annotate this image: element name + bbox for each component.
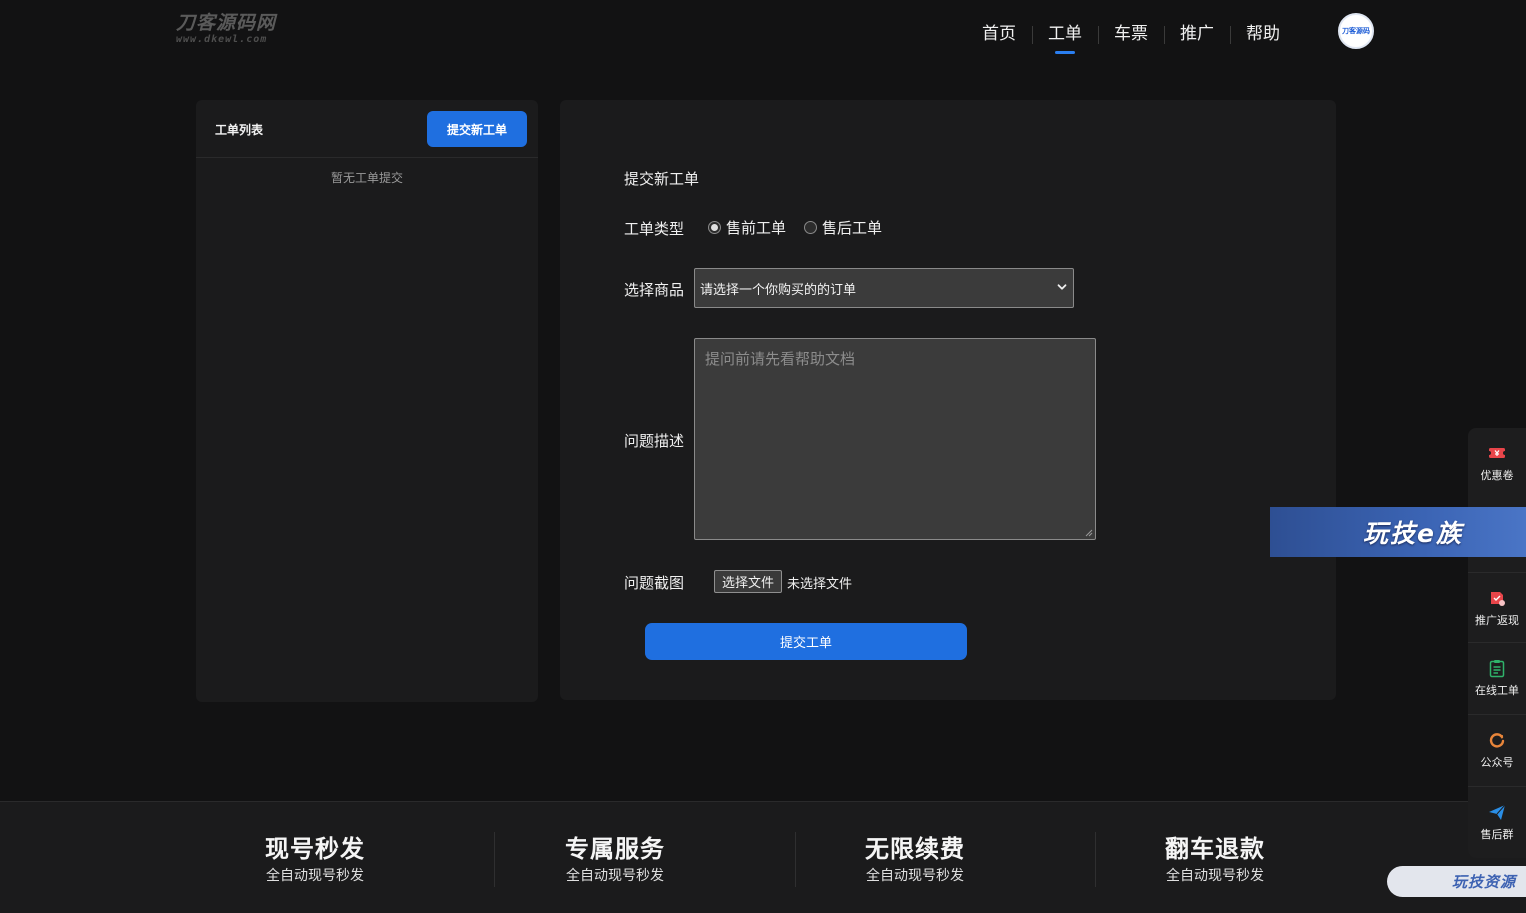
side-item-aftersale-group[interactable]: 售后群 xyxy=(1468,786,1526,856)
radio-presale[interactable]: 售前工单 xyxy=(708,217,786,238)
logo-sub-text: www.dkewl.com xyxy=(176,34,268,45)
ticket-type-label: 工单类型 xyxy=(624,220,685,238)
feature-subtitle: 全自动现号秒发 xyxy=(266,868,364,884)
watermark-banner-text: 玩技e族 xyxy=(1363,519,1463,548)
footer-features: 现号秒发 全自动现号秒发 专属服务 全自动现号秒发 无限续费 全自动现号秒发 翻… xyxy=(0,801,1526,913)
radio-presale-label: 售前工单 xyxy=(726,219,787,237)
feature-instant-delivery: 现号秒发 全自动现号秒发 xyxy=(215,834,415,886)
side-label: 在线工单 xyxy=(1475,683,1519,697)
side-item-official-account[interactable]: 公众号 xyxy=(1468,714,1526,784)
form-title: 提交新工单 xyxy=(624,170,700,188)
ticket-list-header: 工单列表 提交新工单 xyxy=(196,100,538,158)
nav-item-tickets[interactable]: 工单 xyxy=(1032,20,1098,56)
nav-item-promote[interactable]: 推广 xyxy=(1164,20,1230,56)
ticket-list-panel: 工单列表 提交新工单 暂无工单提交 xyxy=(196,100,538,702)
submit-ticket-button[interactable]: 提交工单 xyxy=(645,623,967,660)
nav-item-home[interactable]: 首页 xyxy=(966,20,1032,56)
feature-title: 翻车退款 xyxy=(1165,835,1265,863)
product-select-value: 请选择一个你购买的的订单 xyxy=(700,282,857,298)
feature-title: 现号秒发 xyxy=(265,835,365,863)
description-placeholder: 提问前请先看帮助文档 xyxy=(705,350,856,368)
product-label: 选择商品 xyxy=(624,281,685,299)
description-textarea[interactable]: 提问前请先看帮助文档 xyxy=(694,338,1096,540)
file-status-text: 未选择文件 xyxy=(787,577,853,592)
nav-item-tickets-car[interactable]: 车票 xyxy=(1098,20,1164,56)
logo-main-text: 刀客源码网 xyxy=(176,12,277,34)
chevron-down-icon xyxy=(1057,284,1067,290)
feature-title: 无限续费 xyxy=(865,835,965,863)
ticket-list-title: 工单列表 xyxy=(215,123,264,137)
feature-divider xyxy=(494,832,495,887)
header: 刀客源码网 www.dkewl.com 首页 工单 车票 推广 帮助 刀客源码 xyxy=(0,0,1526,70)
radio-aftersale[interactable]: 售后工单 xyxy=(804,217,882,238)
new-ticket-button[interactable]: 提交新工单 xyxy=(427,111,527,147)
bottom-watermark-text: 玩技资源 xyxy=(1451,873,1516,891)
avatar[interactable]: 刀客源码 xyxy=(1338,13,1374,49)
main-nav: 首页 工单 车票 推广 帮助 xyxy=(966,20,1296,60)
radio-aftersale-label: 售后工单 xyxy=(822,219,883,237)
nav-item-help[interactable]: 帮助 xyxy=(1230,20,1296,56)
floating-side-bar: 优惠卷 推广返现 在线工单 公众号 售后群 xyxy=(1468,428,1526,858)
side-label: 售后群 xyxy=(1480,827,1514,841)
coupon-icon xyxy=(1487,448,1507,458)
site-logo[interactable]: 刀客源码网 www.dkewl.com xyxy=(176,12,306,52)
paper-plane-icon xyxy=(1489,804,1506,820)
bottom-watermark: 玩技资源 xyxy=(1387,866,1526,897)
product-select[interactable]: 请选择一个你购买的的订单 xyxy=(694,268,1074,308)
clipboard-icon xyxy=(1489,659,1505,677)
watermark-banner: 玩技e族 xyxy=(1270,507,1526,557)
gift-icon xyxy=(1491,591,1505,606)
side-label: 优惠卷 xyxy=(1480,469,1514,482)
feature-refund: 翻车退款 全自动现号秒发 xyxy=(1115,834,1315,886)
description-label: 问题描述 xyxy=(624,432,685,450)
side-label: 推广返现 xyxy=(1475,613,1519,627)
feature-unlimited-renewal: 无限续费 全自动现号秒发 xyxy=(815,834,1015,886)
side-item-coupon[interactable]: 优惠卷 xyxy=(1468,428,1526,498)
empty-ticket-text: 暂无工单提交 xyxy=(330,171,403,185)
choose-file-button[interactable]: 选择文件 xyxy=(714,570,782,593)
refresh-icon xyxy=(1489,732,1505,747)
avatar-logo-text: 刀客源码 xyxy=(1342,27,1370,35)
radio-aftersale-dot[interactable] xyxy=(804,221,818,234)
side-item-online-ticket[interactable]: 在线工单 xyxy=(1468,642,1526,712)
radio-presale-dot[interactable] xyxy=(708,221,721,234)
new-ticket-form: 提交新工单 工单类型 售前工单 售后工单 选择商品 请选择一个你购买的的订单 问… xyxy=(560,100,1336,700)
feature-exclusive-service: 专属服务 全自动现号秒发 xyxy=(515,834,715,886)
feature-subtitle: 全自动现号秒发 xyxy=(566,868,664,884)
screenshot-label: 问题截图 xyxy=(624,574,685,592)
feature-title: 专属服务 xyxy=(565,835,665,863)
feature-subtitle: 全自动现号秒发 xyxy=(1166,868,1264,884)
ticket-type-radio-group: 售前工单 售后工单 xyxy=(708,217,882,238)
side-item-promote-cashback[interactable]: 推广返现 xyxy=(1468,572,1526,642)
resize-grip-icon[interactable] xyxy=(1085,529,1093,537)
feature-divider xyxy=(1095,832,1096,887)
feature-divider xyxy=(795,832,796,887)
side-label: 公众号 xyxy=(1480,755,1514,769)
feature-subtitle: 全自动现号秒发 xyxy=(866,868,964,884)
